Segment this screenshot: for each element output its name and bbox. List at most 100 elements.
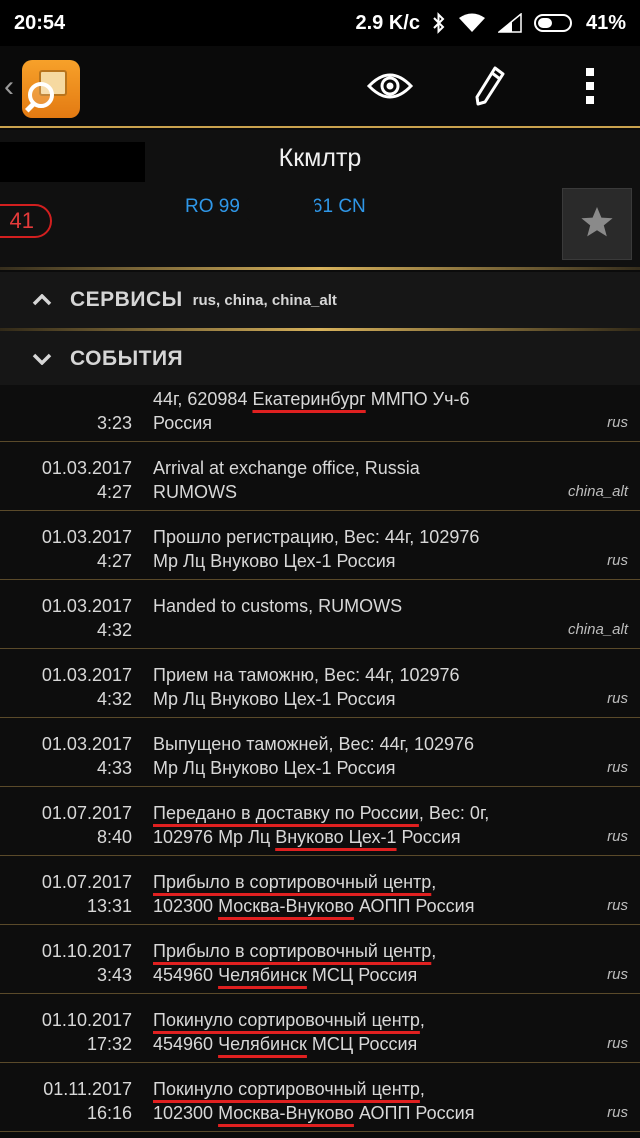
event-description: Покинуло сортировочный центр, 454960 Челя… <box>153 1008 573 1056</box>
event-source: rus <box>607 1035 628 1052</box>
chevron-up-icon <box>30 294 54 306</box>
battery-icon <box>533 13 574 33</box>
description-text: Arrival at exchange office, Russia <box>153 458 420 478</box>
chevron-down-icon <box>30 353 54 365</box>
event-source: rus <box>607 828 628 845</box>
event-source: rus <box>607 552 628 569</box>
description-text: 454960 <box>153 965 219 985</box>
event-datetime: 01.11.2017 16:16 <box>43 1077 132 1125</box>
event-description-line: Handed to customs, RUMOWS <box>153 594 573 618</box>
event-description-line: Мр Лц Внуково Цех-1 Россия <box>153 756 573 780</box>
event-row[interactable]: 01.03.2017 4:33 Выпущено таможней, Вес: 44… <box>0 718 640 787</box>
event-source: rus <box>607 1104 628 1121</box>
parcel-header: Ккмлтр 41 RO 99 61 CN <box>0 130 640 270</box>
chevron-left-icon[interactable]: ‹ <box>4 70 14 104</box>
wifi-icon <box>458 13 486 33</box>
description-text: , <box>419 1010 425 1030</box>
underlined-text: Челябинск <box>218 965 307 985</box>
event-time: 13:31 <box>86 896 132 916</box>
description-text: , <box>431 941 437 961</box>
event-row[interactable]: 01.03.2017 4:32 Handed to customs, RUMOWS c… <box>0 580 640 649</box>
event-row[interactable]: 01.03.2017 4:32 Прием на таможню, Вес: 44г… <box>0 649 640 718</box>
event-description-line: 44г, 620984 Екатеринбург ММПО Уч-6 <box>153 387 573 411</box>
description-text: , <box>431 872 437 892</box>
description-text: МСЦ Россия <box>306 965 418 985</box>
underlined-text: Внуково Цех-1 <box>275 827 397 847</box>
event-date: 01.03.2017 <box>41 458 132 478</box>
event-row[interactable]: 3:23 44г, 620984 Екатеринбург ММПО Уч-6 Ро… <box>0 385 640 442</box>
event-description-line: 102976 Мр Лц Внуково Цех-1 Россия <box>153 825 573 849</box>
pencil-icon <box>475 66 505 111</box>
event-source: china_alt <box>567 483 628 500</box>
event-date <box>97 387 132 411</box>
event-description: Передано в доставку по России, Вес: 0г, 1… <box>153 801 573 849</box>
description-text: Прием на таможню, Вес: 44г, 102976 <box>153 665 460 685</box>
eye-icon <box>366 70 414 107</box>
event-description: Выпущено таможней, Вес: 44г, 102976 Мр Лц… <box>153 732 573 780</box>
event-source: rus <box>607 897 628 914</box>
underlined-text: Москва-Внуково <box>218 896 354 916</box>
events-section-header[interactable]: СОБЫТИЯ <box>0 331 640 387</box>
event-row[interactable]: 01.10.2017 3:43 Прибыло в сортировочный це… <box>0 925 640 994</box>
event-date: 01.07.2017 <box>41 872 132 892</box>
more-vertical-icon <box>584 66 596 111</box>
event-datetime: 3:23 <box>97 387 132 435</box>
event-description-line: 454960 Челябинск МСЦ Россия <box>153 1032 573 1056</box>
events-list[interactable]: 3:23 44г, 620984 Екатеринбург ММПО Уч-6 Ро… <box>0 385 640 1138</box>
tracking-number-prefix: RO 99 <box>185 196 240 217</box>
event-description-line: Прибыло в сортировочный центр, <box>153 939 573 963</box>
underlined-text: Москва-Внуково <box>218 1103 354 1123</box>
event-time: 8:40 <box>96 827 132 847</box>
description-text: Мр Лц Внуково Цех-1 Россия <box>153 758 396 778</box>
event-description: Прошло регистрацию, Вес: 44г, 102976 Мр Л… <box>153 525 573 573</box>
event-datetime: 01.03.2017 4:33 <box>42 732 132 780</box>
event-row[interactable]: 01.03.2017 4:27 Arrival at exchange office… <box>0 442 640 511</box>
parcel-title: Ккмлтр <box>278 144 362 172</box>
description-text: ММПО Уч-6 <box>365 389 470 409</box>
package-search-logo[interactable] <box>22 60 80 118</box>
event-description: Прибыло в сортировочный центр, 102300 Мос… <box>153 870 573 918</box>
event-description-line: Россия <box>153 411 573 435</box>
tracking-redaction <box>245 196 315 222</box>
services-sources: rus, china, china_alt <box>192 291 337 309</box>
event-datetime: 01.07.2017 8:40 <box>42 801 132 849</box>
event-date: 01.03.2017 <box>41 596 132 616</box>
event-row[interactable]: 01.10.2017 17:32 Покинуло сортировочный це… <box>0 994 640 1063</box>
event-row[interactable]: 01.03.2017 4:27 Прошло регистрацию, Вес: 4… <box>0 511 640 580</box>
event-row[interactable]: 01.07.2017 13:31 Прибыло в сортировочный ц… <box>0 856 640 925</box>
event-time: 3:23 <box>96 413 132 433</box>
event-count-badge: 41 <box>0 204 52 238</box>
description-text: Россия <box>396 827 461 847</box>
event-description-line: Покинуло сортировочный центр, <box>153 1008 573 1032</box>
event-description: Прием на таможню, Вес: 44г, 102976 Мр Лц … <box>153 663 573 711</box>
edit-button[interactable] <box>464 62 516 114</box>
event-time: 16:16 <box>86 1103 132 1123</box>
services-section-header[interactable]: СЕРВИСЫ rus, china, china_alt <box>0 272 640 328</box>
view-button[interactable] <box>364 62 416 114</box>
favorite-button[interactable] <box>562 188 632 260</box>
description-text: 44г, 620984 <box>153 389 253 409</box>
description-text: 454960 <box>153 1034 219 1054</box>
bluetooth-icon <box>432 12 446 34</box>
event-datetime: 01.03.2017 4:32 <box>42 594 132 642</box>
description-text: RUMOWS <box>153 482 237 502</box>
event-date: 01.03.2017 <box>41 665 132 685</box>
event-description: Arrival at exchange office, Russia RUMOWS <box>153 456 573 504</box>
underlined-text: Покинуло сортировочный центр <box>153 1079 420 1099</box>
event-description-line: Покинуло сортировочный центр, <box>153 1077 573 1101</box>
star-icon <box>580 205 614 244</box>
underlined-text: Прибыло в сортировочный центр <box>153 872 432 892</box>
event-row[interactable]: 01.07.2017 8:40 Передано в доставку по Рос… <box>0 787 640 856</box>
event-description-line: Прибыло в сортировочный центр, <box>153 870 573 894</box>
description-text: МСЦ Россия <box>306 1034 418 1054</box>
event-row[interactable]: 01.11.2017 16:16 Покинуло сортировочный це… <box>0 1063 640 1132</box>
event-source: rus <box>607 414 628 431</box>
event-date: 01.11.2017 <box>43 1079 132 1099</box>
event-time: 4:33 <box>96 758 132 778</box>
event-description-line: Мр Лц Внуково Цех-1 Россия <box>153 549 573 573</box>
overflow-menu-button[interactable] <box>564 62 616 114</box>
event-time: 4:32 <box>96 620 132 640</box>
status-bar: 20:54 2.9 K/c 41% <box>0 0 640 46</box>
event-source: rus <box>607 690 628 707</box>
network-speed: 2.9 K/c <box>355 11 420 34</box>
